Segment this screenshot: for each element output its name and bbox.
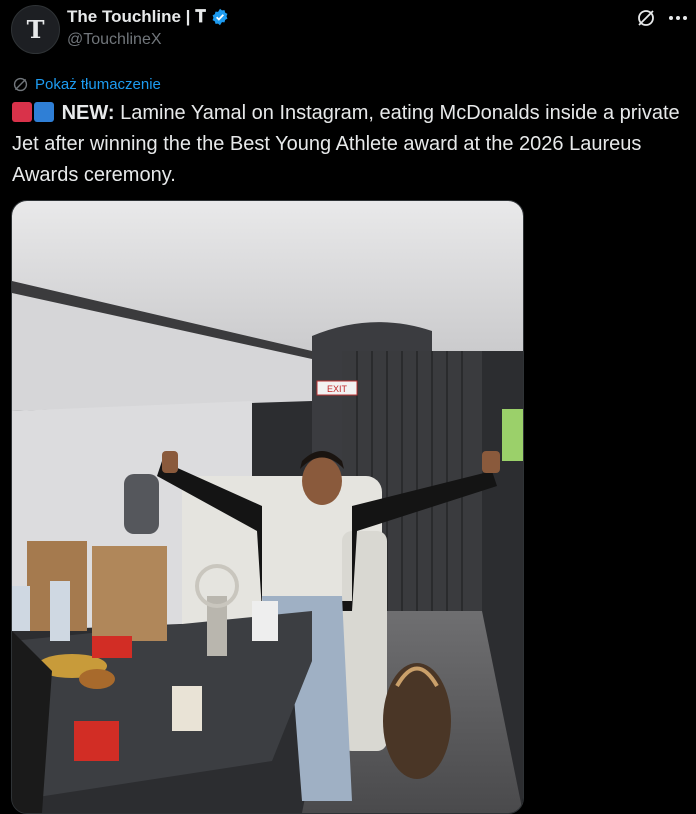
tweet-text: NEW: Lamine Yamal on Instagram, eating M…: [12, 98, 682, 191]
siren-emoji-icon: [12, 102, 32, 122]
display-name[interactable]: The Touchline | 𝐓: [67, 7, 206, 27]
exit-sign: EXIT: [327, 384, 348, 394]
author-handle[interactable]: @TouchlineX: [67, 31, 162, 49]
translate-row[interactable]: Pokaż tłumaczenie: [12, 76, 161, 93]
avatar[interactable]: T: [11, 5, 60, 54]
verified-badge-icon[interactable]: [211, 8, 229, 26]
phone-emoji-icon: [34, 102, 54, 122]
grok-slash-icon[interactable]: [636, 8, 656, 28]
author-name-row: The Touchline | 𝐓: [67, 7, 229, 27]
new-label: NEW:: [61, 102, 115, 124]
ellipsis-icon[interactable]: [668, 15, 688, 21]
show-translation-link[interactable]: Pokaż tłumaczenie: [35, 76, 161, 93]
avatar-letter: T: [26, 15, 45, 44]
tweet-photo[interactable]: EXIT: [11, 200, 524, 814]
jet-cabin-photo: EXIT: [12, 201, 523, 813]
globe-translate-icon: [13, 77, 28, 92]
